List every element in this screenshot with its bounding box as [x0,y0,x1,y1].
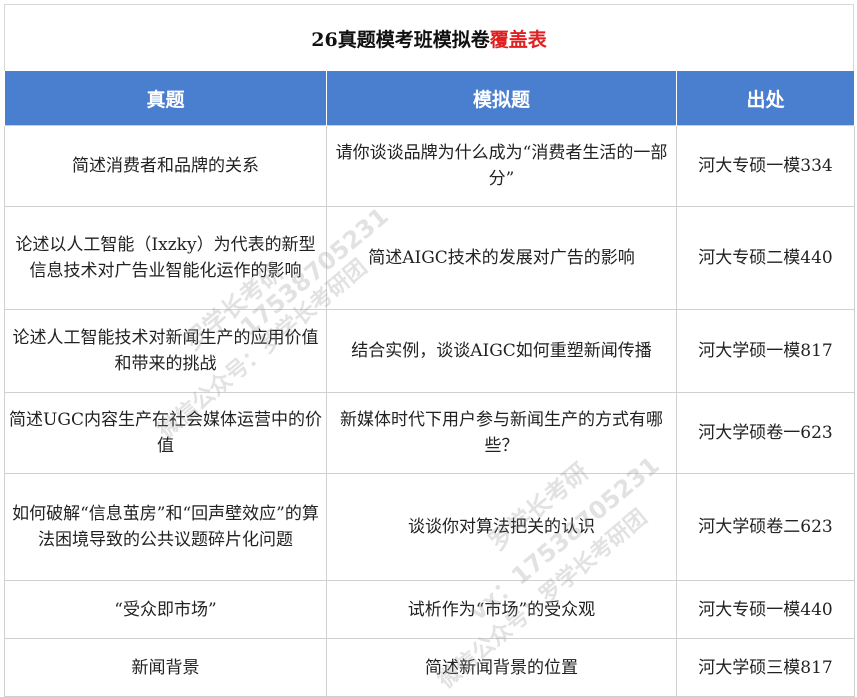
title-main: 26真题模考班模拟卷 [311,28,490,51]
coverage-table: 真题 模拟题 出处 简述消费者和品牌的关系 请你谈谈品牌为什么成为“消费者生活的… [4,71,855,697]
cell-mock: 请你谈谈品牌为什么成为“消费者生活的一部分” [326,125,677,207]
cell-mock: 试析作为“市场”的受众观 [326,580,677,639]
cell-source: 河大学硕一模817 [676,309,855,393]
table-row: 简述消费者和品牌的关系 请你谈谈品牌为什么成为“消费者生活的一部分” 河大专硕一… [4,125,855,207]
cell-mock: 简述新闻背景的位置 [326,638,677,697]
table-row: “受众即市场” 试析作为“市场”的受众观 河大专硕一模440 [4,580,855,639]
cell-source: 河大专硕一模440 [676,580,855,639]
cell-source: 河大学硕三模817 [676,638,855,697]
cell-source: 河大专硕一模334 [676,125,855,207]
cell-source: 河大学硕卷一623 [676,392,855,474]
column-header-real: 真题 [4,71,327,126]
table-row: 简述UGC内容生产在社会媒体运营中的价值 新媒体时代下用户参与新闻生产的方式有哪… [4,392,855,474]
cell-mock: 简述AIGC技术的发展对广告的影响 [326,206,677,310]
cell-real: 论述以人工智能（Ixzky）为代表的新型信息技术对广告业智能化运作的影响 [4,206,327,310]
cell-real: 简述消费者和品牌的关系 [4,125,327,207]
column-header-source: 出处 [676,71,855,126]
cell-source: 河大专硕二模440 [676,206,855,310]
cell-mock: 结合实例，谈谈AIGC如何重塑新闻传播 [326,309,677,393]
cell-real: 论述人工智能技术对新闻生产的应用价值和带来的挑战 [4,309,327,393]
cell-source: 河大学硕卷二623 [676,473,855,581]
cell-real: 新闻背景 [4,638,327,697]
title-highlight: 覆盖表 [489,28,547,51]
cell-mock: 谈谈你对算法把关的认识 [326,473,677,581]
cell-real: 如何破解“信息茧房”和“回声壁效应”的算法困境导致的公共议题碎片化问题 [4,473,327,581]
cell-mock: 新媒体时代下用户参与新闻生产的方式有哪些？ [326,392,677,474]
header-row: 真题 模拟题 出处 [4,71,855,126]
coverage-sheet: 26真题模考班模拟卷 覆盖表 真题 模拟题 出处 简述消费者和品牌的关系 请你谈谈… [0,0,857,697]
table-row: 论述人工智能技术对新闻生产的应用价值和带来的挑战 结合实例，谈谈AIGC如何重塑… [4,309,855,393]
cell-real: “受众即市场” [4,580,327,639]
table-row: 论述以人工智能（Ixzky）为代表的新型信息技术对广告业智能化运作的影响 简述A… [4,206,855,310]
table-row: 新闻背景 简述新闻背景的位置 河大学硕三模817 [4,638,855,697]
cell-real: 简述UGC内容生产在社会媒体运营中的价值 [4,392,327,474]
column-header-mock: 模拟题 [326,71,677,126]
table-row: 如何破解“信息茧房”和“回声壁效应”的算法困境导致的公共议题碎片化问题 谈谈你对… [4,473,855,581]
sheet-title: 26真题模考班模拟卷 覆盖表 [4,4,854,71]
